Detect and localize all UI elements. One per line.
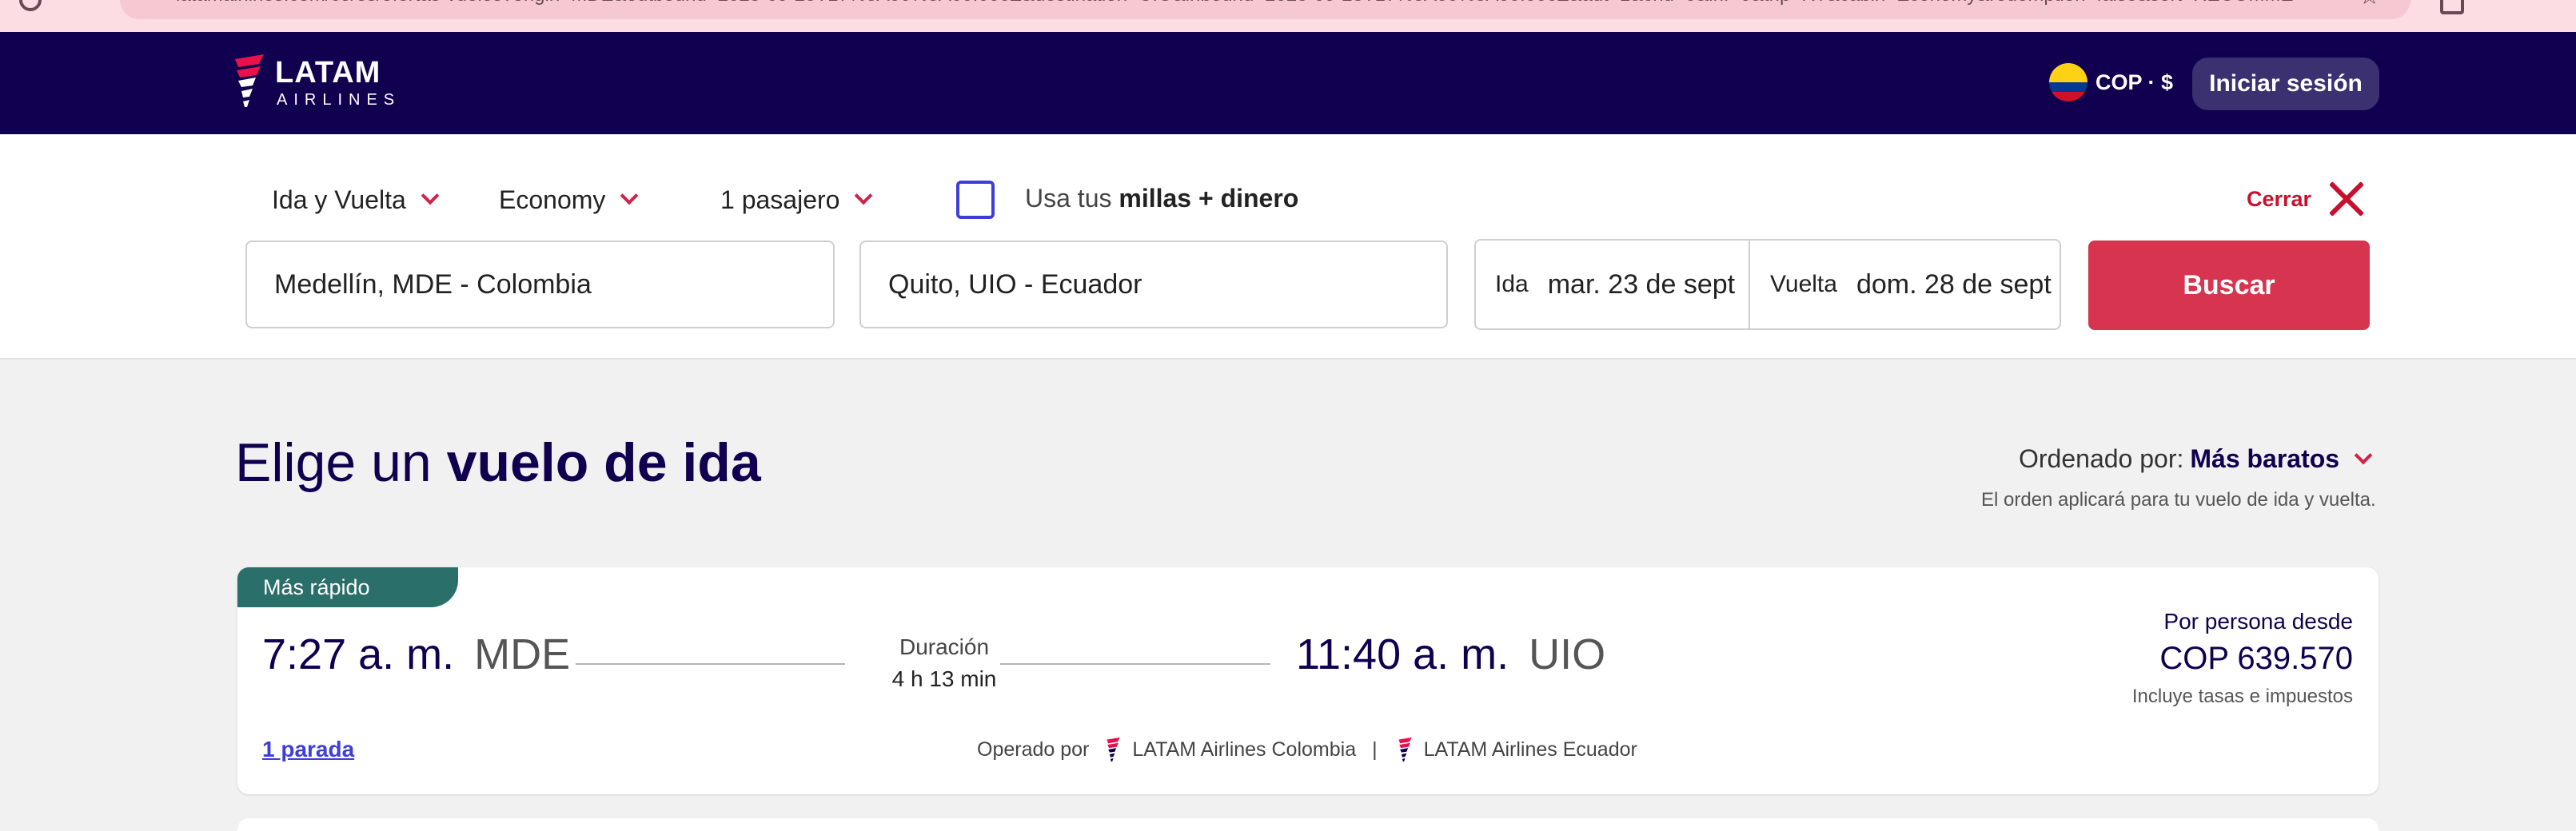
address-bar[interactable]: latamairlines.com/co/es/ofertas-vuelos?o…	[120, 0, 2411, 19]
currency-selector[interactable]: COP · $	[2049, 61, 2173, 104]
close-icon	[2327, 180, 2366, 218]
miles-label-bold: millas + dinero	[1119, 184, 1299, 213]
trip-type-dropdown[interactable]: Ida y Vuelta	[272, 182, 440, 217]
return-date-label: Vuelta	[1770, 271, 1837, 297]
latam-logo-icon	[235, 54, 264, 107]
page-title-bold: vuelo de ida	[446, 432, 761, 493]
operator-separator: |	[1372, 738, 1378, 761]
duration-value: 4 h 13 min	[891, 666, 997, 691]
trip-type-value: Ida y Vuelta	[272, 185, 406, 214]
login-button[interactable]: Iniciar sesión	[2192, 58, 2379, 110]
logo-name: LATAM	[275, 56, 381, 89]
origin-field[interactable]: Medellín, MDE - Colombia	[245, 241, 835, 328]
departure-time: 7:27 a. m. MDE	[262, 630, 570, 679]
page-title-light: Elige un	[235, 432, 432, 493]
return-date-field[interactable]: Vuelta dom. 28 de sept	[1770, 241, 2060, 328]
miles-label-prefix: Usa tus	[1025, 184, 1112, 213]
latam-logo[interactable]: LATAM AIRLINES	[232, 53, 424, 113]
destination-value: Quito, UIO - Ecuador	[888, 268, 1142, 300]
dates-field: Ida mar. 23 de sept Vuelta dom. 28 de se…	[1474, 239, 2061, 330]
price-note: Incluye tasas e impuestos	[2131, 686, 2353, 707]
duration-label: Duración	[899, 634, 990, 659]
departure-time-value: 7:27 a. m.	[262, 630, 455, 678]
operated-by: Operado por LATAM Airlines Colombia | LA…	[977, 737, 1637, 762]
route-line-right	[1000, 663, 1270, 665]
price-value: COP 639.570	[2159, 641, 2353, 676]
bookmark-star-icon[interactable]: ☆	[2359, 0, 2380, 10]
latam-small-logo-icon	[1107, 737, 1121, 762]
chevron-down-icon	[620, 186, 639, 205]
cabin-value: Economy	[499, 185, 606, 214]
browser-toolbar: latamairlines.com/co/es/ofertas-vuelos?o…	[0, 0, 2576, 32]
depart-date-label: Ida	[1495, 271, 1529, 297]
passengers-value: 1 pasajero	[720, 185, 840, 214]
logo-subtitle: AIRLINES	[277, 91, 401, 109]
page: latamairlines.com/co/es/ofertas-vuelos?o…	[0, 0, 2576, 831]
currency-label: COP · $	[2095, 70, 2174, 94]
latam-small-logo-icon	[1398, 737, 1412, 762]
sort-dropdown[interactable]: Ordenado por: Más baratos	[2019, 444, 2373, 474]
miles-label[interactable]: Usa tus millas + dinero	[1025, 184, 1298, 213]
passengers-dropdown[interactable]: 1 pasajero	[720, 182, 873, 217]
route-line-left	[576, 663, 845, 665]
tab-icon[interactable]	[2440, 0, 2464, 14]
cabin-dropdown[interactable]: Economy	[499, 182, 639, 217]
sort-value: Más baratos	[2190, 444, 2340, 473]
fastest-badge: Más rápido	[237, 567, 458, 607]
operator-name: LATAM Airlines Colombia	[1132, 738, 1357, 761]
close-search-button[interactable]: Cerrar	[2247, 179, 2366, 219]
flight-card[interactable]: Más rápido 7:27 a. m. MDE Duración 4 h 1…	[237, 567, 2379, 794]
origin-value: Medellín, MDE - Colombia	[274, 268, 592, 300]
sort-note: El orden aplicará para tu vuelo de ida y…	[1981, 489, 2376, 511]
depart-date-value: mar. 23 de sept	[1547, 268, 1736, 300]
destination-field[interactable]: Quito, UIO - Ecuador	[859, 241, 1448, 328]
address-bar-url: latamairlines.com/co/es/ofertas-vuelos?o…	[176, 0, 2295, 6]
site-header: LATAM AIRLINES COP · $ Iniciar sesión	[0, 32, 2576, 134]
price-label: Por persona desde	[2163, 609, 2353, 634]
arrival-airport-code: UIO	[1529, 630, 1606, 678]
flight-card[interactable]	[237, 818, 2379, 831]
miles-checkbox[interactable]	[956, 181, 995, 219]
date-divider	[1749, 241, 1750, 328]
search-button[interactable]: Buscar	[2088, 241, 2370, 330]
arrival-time: 11:40 a. m. UIO	[1296, 630, 1605, 679]
arrival-time-value: 11:40 a. m.	[1296, 630, 1509, 678]
depart-date-field[interactable]: Ida mar. 23 de sept	[1495, 241, 1746, 328]
stops-link[interactable]: 1 parada	[262, 737, 354, 762]
close-label: Cerrar	[2247, 186, 2312, 211]
chevron-down-icon	[2354, 446, 2373, 464]
sort-label: Ordenado por:	[2019, 444, 2184, 473]
operated-by-label: Operado por	[977, 738, 1090, 761]
chevron-down-icon	[421, 186, 440, 205]
return-date-value: dom. 28 de sept	[1856, 268, 2052, 300]
reload-icon[interactable]	[19, 0, 42, 11]
chevron-down-icon	[855, 186, 873, 205]
colombia-flag-icon	[2049, 63, 2088, 101]
operator-name: LATAM Airlines Ecuador	[1423, 738, 1637, 761]
page-title: Elige un vuelo de ida	[235, 431, 761, 494]
search-panel: Ida y Vuelta Economy 1 pasajero Usa tus …	[0, 134, 2576, 360]
departure-airport-code: MDE	[474, 630, 571, 678]
